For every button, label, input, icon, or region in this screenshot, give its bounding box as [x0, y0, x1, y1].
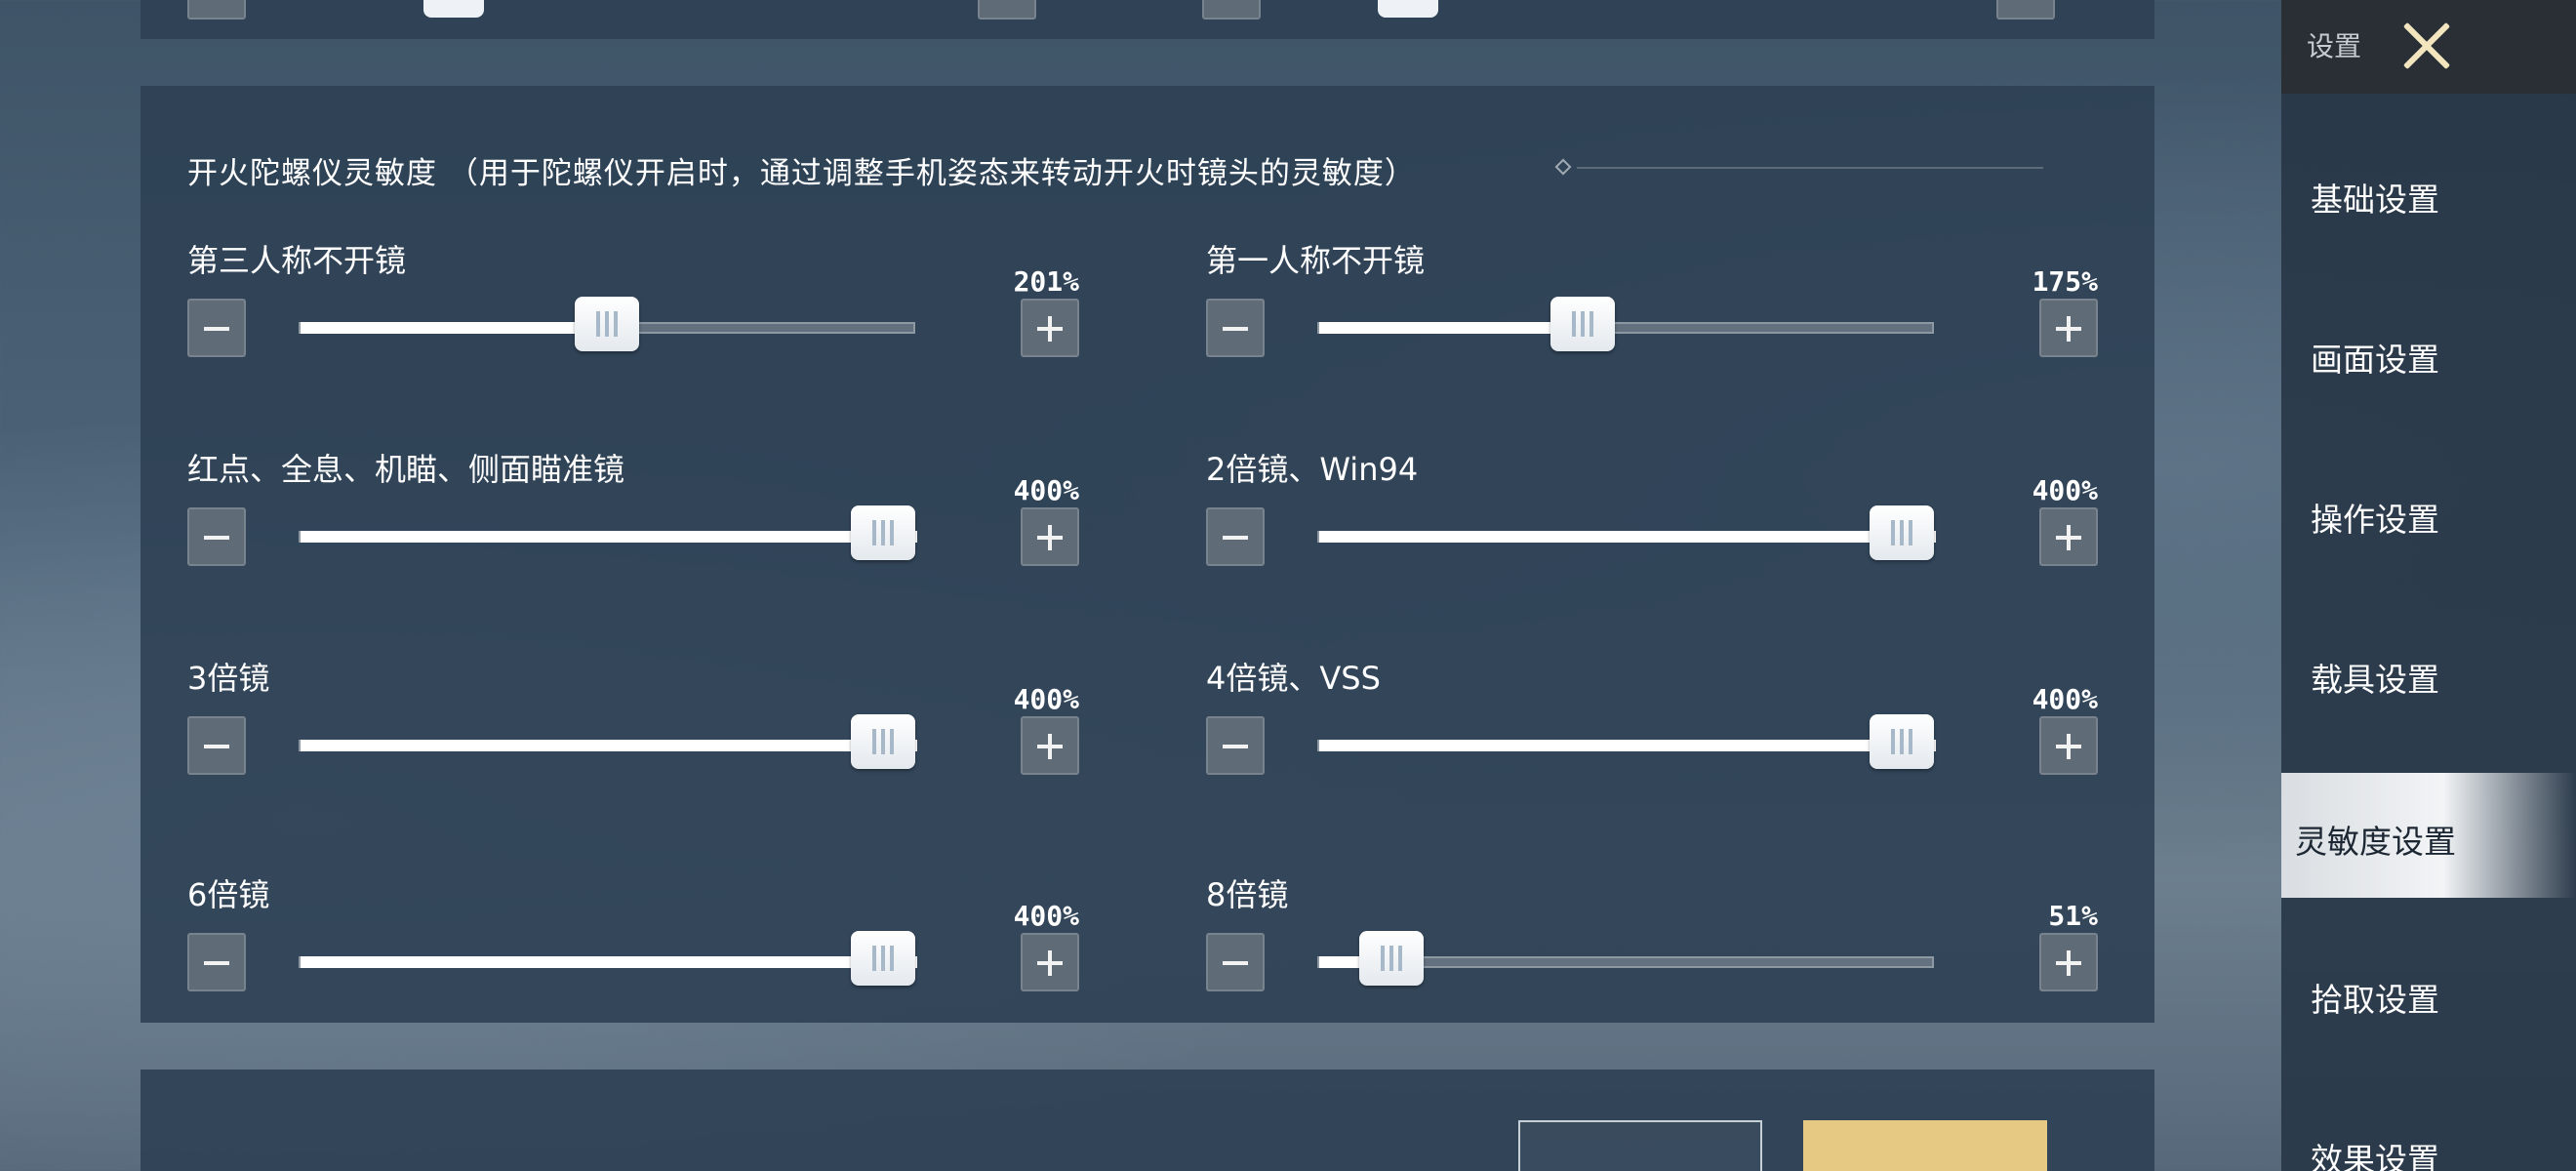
- plus-button[interactable]: [978, 0, 1036, 20]
- slider-thumb[interactable]: [575, 297, 639, 351]
- nav-item-label: 基础设置: [2311, 181, 2439, 219]
- increase-button[interactable]: [1021, 716, 1079, 775]
- slider-thumb[interactable]: [851, 714, 915, 769]
- increase-button[interactable]: [1021, 507, 1079, 566]
- slider-label: 6倍镜: [187, 876, 270, 913]
- nav-item-effects[interactable]: 效果设置: [2281, 1091, 2576, 1171]
- slider-value: 51%: [2048, 900, 2098, 932]
- nav-item-basic[interactable]: 基础设置: [2281, 131, 2576, 256]
- minus-button[interactable]: [1202, 0, 1261, 20]
- slider-track[interactable]: [299, 956, 917, 968]
- slider-3x: 3倍镜 400%: [187, 654, 1079, 790]
- minus-icon: [204, 745, 229, 748]
- close-icon[interactable]: [2389, 10, 2463, 84]
- slider-label: 3倍镜: [187, 660, 270, 697]
- section-title: 开火陀螺仪灵敏度 （用于陀螺仪开启时，通过调整手机姿态来转动开火时镜头的灵敏度）: [187, 156, 1416, 191]
- increase-button[interactable]: [1021, 933, 1079, 991]
- slider-third-person: 第三人称不开镜 201%: [187, 236, 1079, 373]
- slider-value: 400%: [2032, 683, 2098, 715]
- decrease-button[interactable]: [187, 507, 246, 566]
- slider-value: 175%: [2032, 265, 2098, 298]
- nav-item-label: 灵敏度设置: [2295, 823, 2456, 861]
- minus-icon: [204, 536, 229, 540]
- minus-icon: [204, 961, 229, 965]
- sidebar-header: 设置: [2281, 0, 2576, 94]
- slider-track[interactable]: [1317, 531, 1936, 543]
- slider-value: 400%: [1013, 900, 1079, 932]
- slider-track[interactable]: [1317, 322, 1934, 334]
- slider-value: 201%: [1013, 265, 1079, 298]
- nav-item-sensitivity[interactable]: 灵敏度设置: [2281, 773, 2576, 898]
- slider-red-dot-holo: 红点、全息、机瞄、侧面瞄准镜 400%: [187, 445, 1079, 582]
- slider-thumb[interactable]: [1358, 931, 1424, 986]
- minus-icon: [1223, 536, 1248, 540]
- decrease-button[interactable]: [1206, 299, 1265, 357]
- nav-item-pickup[interactable]: 拾取设置: [2281, 931, 2576, 1056]
- nav-item-vehicle[interactable]: 载具设置: [2281, 611, 2576, 736]
- plus-button[interactable]: [1996, 0, 2055, 20]
- slider-label: 红点、全息、机瞄、侧面瞄准镜: [187, 451, 625, 488]
- nav-item-label: 载具设置: [2311, 661, 2439, 699]
- minus-icon: [1223, 961, 1248, 965]
- title-divider: [1577, 167, 2043, 169]
- increase-button[interactable]: [1021, 299, 1079, 357]
- primary-button[interactable]: [1803, 1120, 2047, 1171]
- increase-button[interactable]: [2039, 507, 2098, 566]
- slider-label: 8倍镜: [1206, 876, 1289, 913]
- slider-thumb[interactable]: [1870, 505, 1934, 560]
- minus-icon: [1223, 745, 1248, 748]
- slider-value: 400%: [2032, 474, 2098, 506]
- nav-item-controls[interactable]: 操作设置: [2281, 451, 2576, 576]
- slider-label: 4倍镜、VSS: [1206, 660, 1381, 697]
- increase-button[interactable]: [2039, 716, 2098, 775]
- slider-track[interactable]: [1317, 740, 1936, 751]
- slider-label: 第一人称不开镜: [1206, 242, 1426, 279]
- nav-item-label: 效果设置: [2311, 1141, 2439, 1171]
- decrease-button[interactable]: [187, 716, 246, 775]
- slider-2x-win94: 2倍镜、Win94 400%: [1206, 445, 2098, 582]
- increase-button[interactable]: [2039, 933, 2098, 991]
- slider-thumb[interactable]: [1550, 297, 1615, 351]
- slider-track[interactable]: [299, 740, 917, 751]
- decrease-button[interactable]: [187, 299, 246, 357]
- nav-item-label: 画面设置: [2311, 341, 2439, 379]
- minus-icon: [204, 327, 229, 331]
- nav-item-label: 操作设置: [2311, 501, 2439, 539]
- increase-button[interactable]: [2039, 299, 2098, 357]
- slider-value: 400%: [1013, 683, 1079, 715]
- slider-thumb[interactable]: [1378, 0, 1438, 18]
- settings-screen: 开火陀螺仪灵敏度 （用于陀螺仪开启时，通过调整手机姿态来转动开火时镜头的灵敏度）…: [0, 0, 2576, 1171]
- secondary-button[interactable]: [1518, 1120, 1762, 1171]
- decrease-button[interactable]: [1206, 933, 1265, 991]
- decrease-button[interactable]: [187, 933, 246, 991]
- slider-value: 400%: [1013, 474, 1079, 506]
- slider-thumb[interactable]: [851, 931, 915, 986]
- decrease-button[interactable]: [1206, 507, 1265, 566]
- slider-8x: 8倍镜 51%: [1206, 870, 2098, 1007]
- slider-label: 2倍镜、Win94: [1206, 451, 1419, 488]
- slider-6x: 6倍镜 400%: [187, 870, 1079, 1007]
- minus-icon: [1223, 327, 1248, 331]
- previous-section-panel: [141, 0, 2154, 39]
- minus-button[interactable]: [187, 0, 246, 20]
- slider-first-person: 第一人称不开镜 175%: [1206, 236, 2098, 373]
- settings-title: 设置: [2307, 30, 2362, 62]
- slider-label: 第三人称不开镜: [187, 242, 407, 279]
- slider-track[interactable]: [299, 531, 917, 543]
- nav-item-graphics[interactable]: 画面设置: [2281, 291, 2576, 416]
- slider-thumb[interactable]: [423, 0, 484, 18]
- slider-4x-vss: 4倍镜、VSS 400%: [1206, 654, 2098, 790]
- slider-thumb[interactable]: [1870, 714, 1934, 769]
- decrease-button[interactable]: [1206, 716, 1265, 775]
- slider-thumb[interactable]: [851, 505, 915, 560]
- nav-item-label: 拾取设置: [2311, 981, 2439, 1019]
